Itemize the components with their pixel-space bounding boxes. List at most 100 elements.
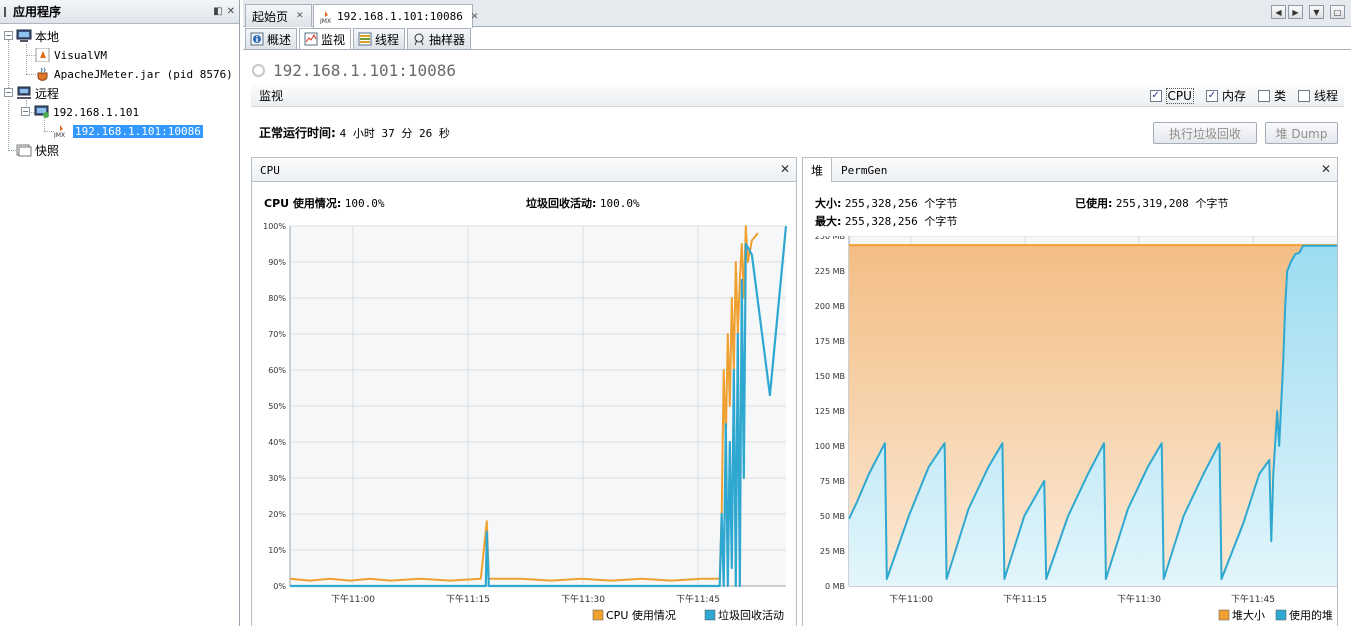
y-tick-label: 30% (268, 474, 286, 483)
perform-gc-button[interactable]: 执行垃圾回收 (1153, 122, 1257, 144)
tab-start-page-label: 起始页 (252, 9, 289, 24)
computer-icon (16, 29, 32, 43)
minimize-icon[interactable]: ◧ (213, 6, 222, 17)
heap-size-label: 大小: (815, 197, 842, 210)
java-cup-icon (35, 67, 51, 81)
checkbox-memory[interactable]: ✓ 内存 (1205, 87, 1246, 104)
tree-toggle-remote[interactable]: − (4, 88, 13, 97)
checkbox-threads-label: 线程 (1313, 89, 1338, 103)
legend-label: 堆大小 (1232, 608, 1265, 622)
tree-node-remote[interactable]: 远程 (16, 84, 59, 102)
legend-swatch (592, 609, 604, 621)
host-icon (34, 105, 50, 119)
tree-label-remote: 远程 (35, 86, 60, 101)
scroll-right-icon[interactable]: ▶ (1288, 5, 1303, 19)
y-tick-label: 250 MB (815, 236, 845, 241)
tree-toggle-remote-host[interactable]: − (21, 107, 30, 116)
monitor-header: 监视 ✓ CPU ✓ 内存 类 线程 (251, 85, 1344, 107)
tree-toggle-local[interactable]: − (4, 31, 13, 40)
tab-start-page[interactable]: 起始页 ✕ (245, 4, 312, 27)
x-tick-label: 下午11:45 (1231, 593, 1275, 605)
heap-panel-tabs: 堆 PermGen ✕ (803, 158, 1337, 182)
y-tick-label: 90% (268, 258, 286, 267)
tree-node-snapshots[interactable]: 快照 (16, 141, 59, 159)
close-icon[interactable]: ✕ (296, 11, 304, 21)
y-tick-label: 25 MB (820, 547, 845, 556)
cpu-usage-label: CPU 使用情况: (264, 197, 342, 210)
scroll-left-icon[interactable]: ◀ (1271, 5, 1286, 19)
tab-remote-jmx[interactable]: JMX 192.168.1.101:10086 ✕ (313, 4, 478, 28)
checkbox-threads-box[interactable] (1297, 89, 1310, 102)
snapshot-icon (16, 143, 32, 157)
tab-heap[interactable]: 堆 (803, 158, 833, 182)
heap-chart: 0 MB 25 MB 50 MB 75 MB 100 MB 125 MB 150 MB 175… (815, 236, 1337, 622)
heap-dump-button[interactable]: 堆 Dump (1265, 122, 1338, 144)
y-tick-label: 50% (268, 402, 286, 411)
tree-label-visualvm: VisualVM (54, 48, 107, 62)
checkbox-cpu-label: CPU (1165, 87, 1194, 104)
legend-label: 垃圾回收活动 (718, 608, 784, 622)
monitor-chart-icon (303, 32, 318, 46)
legend-label: 使用的堆 (1289, 608, 1333, 622)
tree-node-jmeter[interactable]: ApacheJMeter.jar (pid 8576) (35, 65, 233, 83)
checkbox-threads[interactable]: 线程 (1297, 87, 1338, 104)
checkbox-classes[interactable]: 类 (1257, 87, 1286, 104)
tree-node-visualvm[interactable]: VisualVM (35, 46, 107, 64)
x-tick-label: 下午11:30 (561, 593, 605, 605)
host-title-text: 192.168.1.101:10086 (273, 61, 457, 80)
tab-overview[interactable]: 概述 (245, 28, 298, 50)
tab-divider (243, 49, 1351, 50)
tree-node-remote-host[interactable]: 192.168.1.101 (34, 103, 139, 121)
tab-threads-label: 线程 (375, 32, 400, 47)
heap-max-label: 最大: (815, 215, 842, 228)
tab-threads[interactable]: 线程 (353, 28, 406, 50)
cpu-panel-tabs: CPU ✕ (252, 158, 796, 182)
remote-network-icon (16, 86, 32, 100)
cpu-panel: CPU ✕ CPU 使用情况: 100.0% 垃圾回收活动: 100.0% 0%… (251, 157, 797, 626)
y-tick-label: 70% (268, 330, 286, 339)
y-tick-label: 80% (268, 294, 286, 303)
y-tick-label: 10% (268, 546, 286, 555)
tab-list-dropdown-icon[interactable]: ▼ (1309, 5, 1324, 19)
tab-overview-label: 概述 (267, 32, 292, 47)
tab-permgen[interactable]: PermGen (833, 158, 895, 182)
tab-monitor[interactable]: 监视 (299, 28, 352, 50)
heap-used-stat: 已使用: 255,319,208 个字节 (1075, 195, 1228, 211)
close-icon[interactable]: ✕ (471, 12, 479, 22)
tree-label-snapshots: 快照 (35, 143, 60, 158)
applications-panel-icon (4, 6, 10, 17)
heap-used-label: 已使用: (1075, 197, 1113, 210)
x-tick-label: 下午11:30 (1117, 593, 1161, 605)
tab-cpu[interactable]: CPU (252, 158, 288, 182)
jmx-icon: JMX (320, 10, 334, 24)
y-tick-label: 20% (268, 510, 286, 519)
maximize-icon[interactable]: □ (1330, 5, 1345, 19)
tree-node-remote-jmx[interactable]: JMX 192.168.1.101:10086 (54, 122, 203, 140)
close-icon[interactable]: ✕ (1321, 162, 1331, 176)
tree-label-jmeter: ApacheJMeter.jar (pid 8576) (54, 67, 233, 81)
y-tick-label: 0 MB (825, 582, 845, 591)
y-tick-label: 125 MB (815, 407, 845, 416)
close-icon[interactable]: ✕ (227, 6, 235, 17)
document-tabs: 起始页 ✕ JMX 192.168.1.101:10086 ✕ ◀ ▶ ▼ □ (243, 0, 1351, 28)
status-ring-icon (252, 64, 265, 77)
checkbox-cpu[interactable]: ✓ CPU (1149, 87, 1194, 104)
legend-swatch (1275, 609, 1287, 621)
view-tabs: 概述 监视 线程 抽样器 (245, 28, 473, 50)
jmx-icon: JMX (54, 124, 70, 138)
close-icon[interactable]: ✕ (780, 162, 790, 176)
checkbox-cpu-box[interactable]: ✓ (1149, 89, 1162, 102)
tab-sampler[interactable]: 抽样器 (407, 28, 472, 50)
checkbox-classes-label: 类 (1273, 89, 1286, 103)
checkbox-classes-box[interactable] (1257, 89, 1270, 102)
x-tick-label: 下午11:45 (676, 593, 720, 605)
threads-icon (357, 32, 372, 46)
heap-max-stat: 最大: 255,328,256 个字节 (815, 213, 957, 229)
tree-node-local[interactable]: 本地 (16, 27, 59, 45)
tab-remote-jmx-label: 192.168.1.101:10086 (337, 10, 463, 23)
gc-activity-value: 100.0% (599, 197, 640, 210)
checkbox-memory-box[interactable]: ✓ (1205, 89, 1218, 102)
visualvm-icon (35, 48, 51, 62)
svg-text:JMX: JMX (54, 132, 65, 138)
y-tick-label: 150 MB (815, 372, 845, 381)
